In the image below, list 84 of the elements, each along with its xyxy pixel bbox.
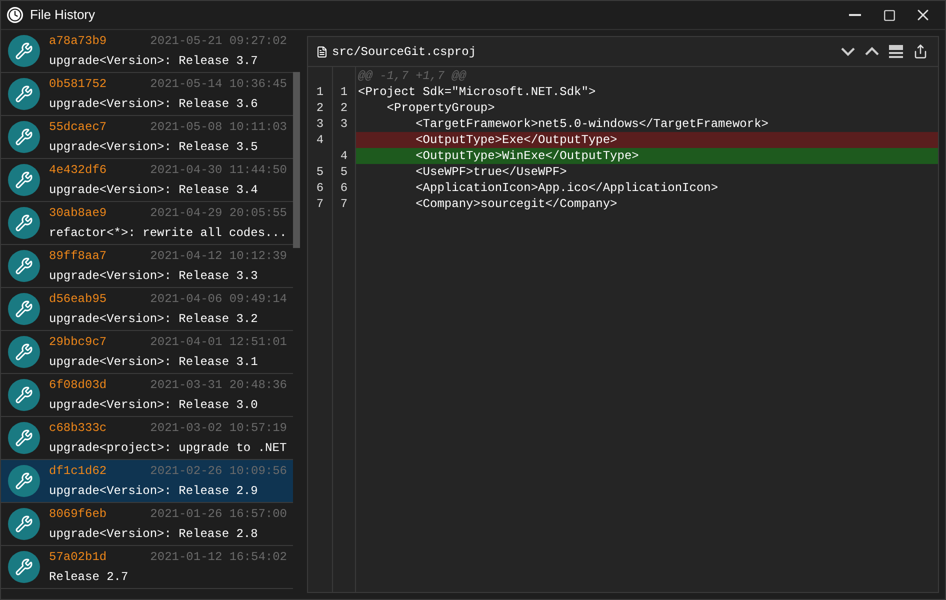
commit-message: upgrade<Version>: Release 3.6 — [49, 96, 259, 113]
wrench-icon — [8, 250, 40, 282]
commit-date: 2021-04-30 11:44:50 — [150, 162, 287, 179]
clock-icon — [7, 7, 23, 23]
code-line: <TargetFramework>net5.0-windows</TargetFramework> — [414, 116, 770, 132]
commit-message: upgrade<Version>: Release 3.0 — [49, 397, 259, 414]
chevron-up-icon — [865, 47, 879, 56]
commit-message: Release 2.7 — [49, 569, 130, 586]
wrench-icon — [8, 293, 40, 325]
commit-date: 2021-05-14 10:36:45 — [150, 76, 287, 93]
commit-message: upgrade<Version>: Release 3.1 — [49, 354, 259, 371]
line-number: 5 — [315, 164, 325, 180]
commit-message: upgrade<Version>: Release 2.9 — [49, 483, 259, 500]
commit-message: upgrade<Version>: Release 3.4 — [49, 182, 259, 199]
line-number: 7 — [315, 196, 325, 212]
line-number: 3 — [339, 116, 349, 132]
line-number: 5 — [339, 164, 349, 180]
commit-hash: 0b581752 — [49, 76, 107, 93]
line-number: 7 — [339, 196, 349, 212]
commit-message: upgrade<Version>: Release 3.5 — [49, 139, 259, 156]
line-number: 4 — [315, 132, 325, 148]
wrench-icon — [8, 35, 40, 67]
file-path: src/SourceGit.csproj — [332, 44, 476, 60]
commit-date: 2021-03-02 10:57:19 — [150, 420, 287, 437]
commit-row[interactable]: df1c1d62 2021-02-26 10:09:56 upgrade<Version>: Release 2.9 — [1, 460, 293, 503]
wrench-icon — [8, 164, 40, 196]
line-number: 1 — [315, 84, 325, 100]
commit-hash: 8069f6eb — [49, 506, 107, 523]
code-line: <ApplicationIcon>App.ico</ApplicationIcon> — [414, 180, 720, 196]
commit-date: 2021-04-12 10:12:39 — [150, 248, 287, 265]
commit-hash: a78a73b9 — [49, 33, 107, 50]
code-line: <UseWPF>true</UseWPF> — [414, 164, 568, 180]
file-icon — [316, 46, 328, 58]
minimize-icon — [849, 14, 861, 16]
commit-hash: 29bbc9c7 — [49, 334, 107, 351]
code-line: <Project Sdk="Microsoft.NET.Sdk"> — [357, 84, 597, 100]
wrench-icon — [8, 508, 40, 540]
commit-message: upgrade<Version>: Release 3.7 — [49, 53, 259, 70]
line-number: 4 — [339, 148, 349, 164]
commit-hash: 4e432df6 — [49, 162, 107, 179]
commit-message: upgrade<project>: upgrade to .NET — [49, 440, 287, 457]
hunk-header: @@ -1,7 +1,7 @@ — [357, 68, 468, 84]
commit-date: 2021-01-26 16:57:00 — [150, 506, 287, 523]
commit-date: 2021-02-26 10:09:56 — [150, 463, 287, 480]
line-number: 6 — [339, 180, 349, 196]
window-title: File History — [30, 6, 96, 24]
wrench-icon — [8, 551, 40, 583]
chevron-down-icon — [841, 47, 855, 56]
line-number: 3 — [315, 116, 325, 132]
wrench-icon — [8, 121, 40, 153]
commit-message: upgrade<Version>: Release 3.2 — [49, 311, 259, 328]
code-line: <PropertyGroup> — [386, 100, 496, 116]
wrench-icon — [8, 465, 40, 497]
commit-hash: 57a02b1d — [49, 549, 107, 566]
commit-hash: 30ab8ae9 — [49, 205, 107, 222]
commit-hash: d56eab95 — [49, 291, 107, 308]
commit-hash: 6f08d03d — [49, 377, 107, 394]
commit-date: 2021-04-06 09:49:14 — [150, 291, 287, 308]
commit-message: upgrade<Version>: Release 3.3 — [49, 268, 259, 285]
line-number: 1 — [339, 84, 349, 100]
commit-hash: df1c1d62 — [49, 463, 107, 480]
line-number: 2 — [315, 100, 325, 116]
commit-message: refactor<*>: rewrite all codes... — [49, 225, 287, 242]
scrollbar-thumb[interactable] — [293, 72, 300, 248]
commit-date: 2021-05-21 09:27:02 — [150, 33, 287, 50]
commit-hash: c68b333c — [49, 420, 107, 437]
commit-date: 2021-04-29 20:05:55 — [150, 205, 287, 222]
wrench-icon — [8, 379, 40, 411]
maximize-icon — [882, 8, 896, 22]
wrench-icon — [8, 336, 40, 368]
commit-date: 2021-01-12 16:54:02 — [150, 549, 287, 566]
code-line: <Company>sourcegit</Company> — [414, 196, 618, 212]
wrench-icon — [8, 207, 40, 239]
commit-hash: 89ff8aa7 — [49, 248, 107, 265]
line-number: 2 — [339, 100, 349, 116]
line-number: 6 — [315, 180, 325, 196]
commit-date: 2021-03-31 20:48:36 — [150, 377, 287, 394]
share-icon — [912, 44, 928, 59]
commit-date: 2021-04-01 12:51:01 — [150, 334, 287, 351]
wrench-icon — [8, 78, 40, 110]
commit-hash: 55dcaec7 — [49, 119, 107, 136]
wrench-icon — [8, 422, 40, 454]
commit-message: upgrade<Version>: Release 2.8 — [49, 526, 259, 543]
commit-date: 2021-05-08 10:11:03 — [150, 119, 287, 136]
